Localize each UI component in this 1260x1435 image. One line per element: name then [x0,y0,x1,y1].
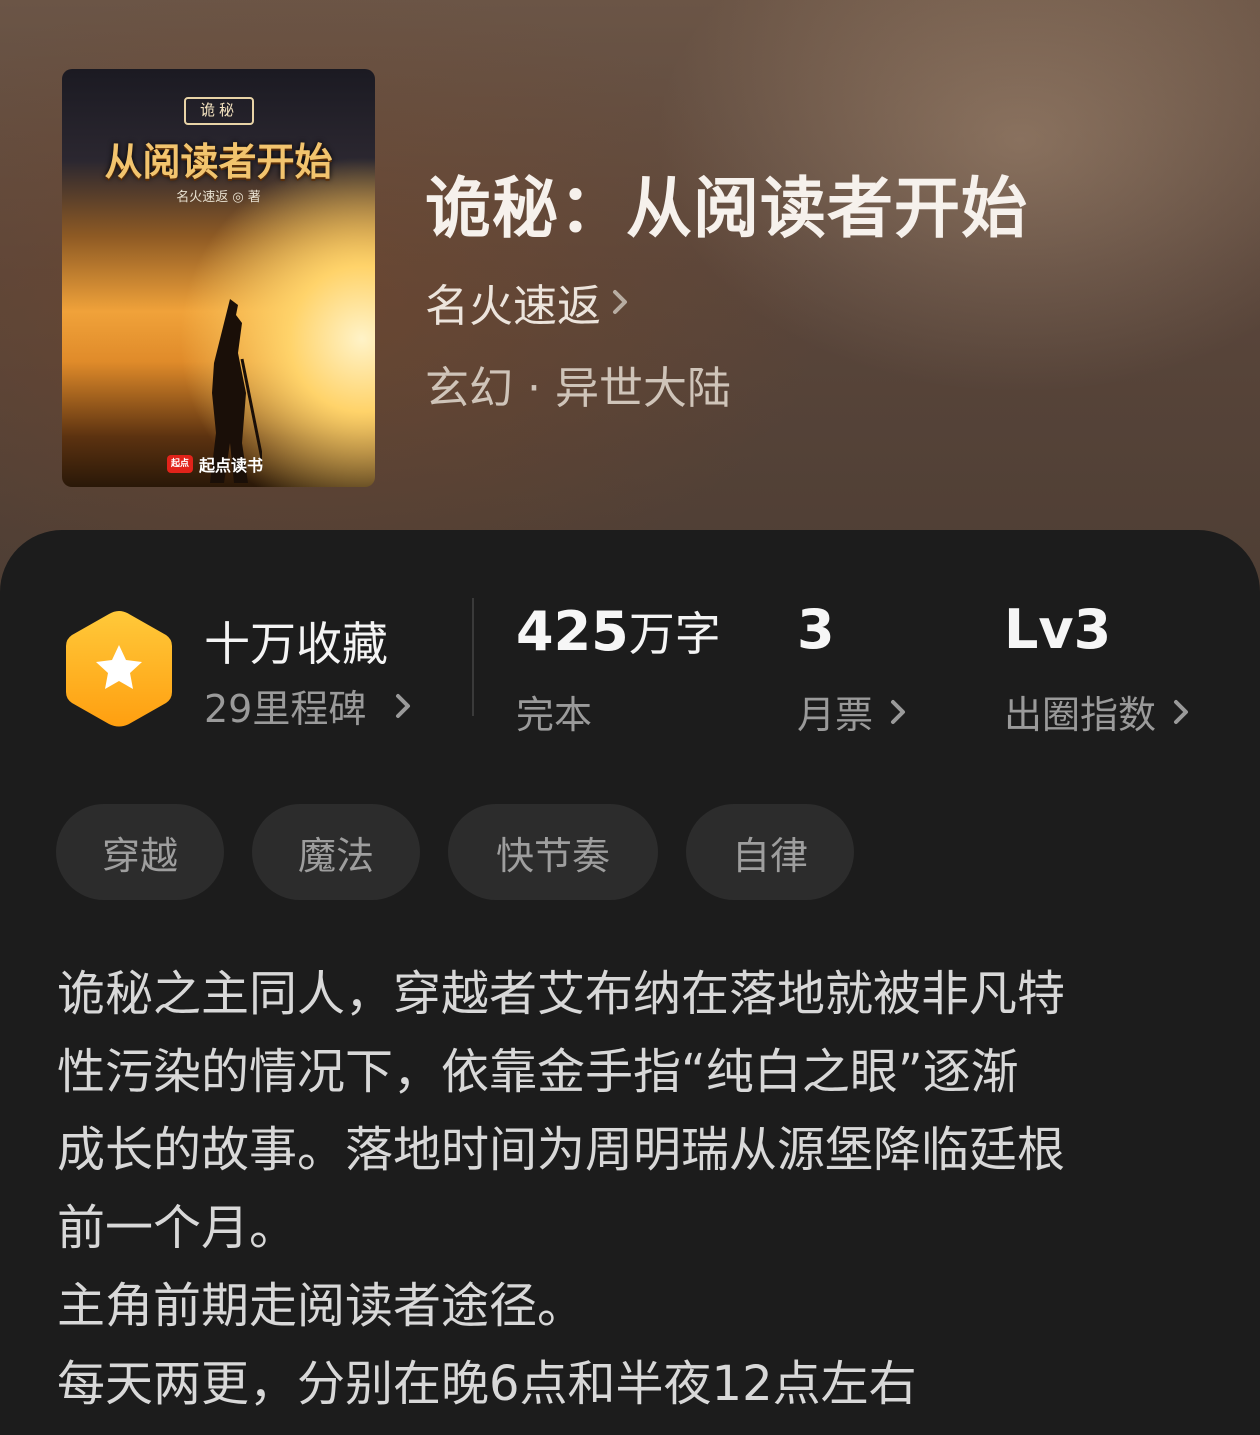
monthly-votes-link[interactable]: 月票 [797,684,919,739]
chevron-right-icon [396,693,411,718]
monthly-votes-label: 月票 [797,693,874,737]
genre-label: 玄幻 · 异世大陆 [425,363,731,414]
cover-publisher: 起点 起点读书 [167,452,263,476]
influence-level: Lv3 [1004,598,1111,661]
author-name: 名火速返 [425,281,601,332]
description-line: 每天两更，分别在晚6点和半夜12点左右 [57,1356,917,1412]
word-count-number: 425 [516,600,629,663]
description-line: 性污染的情况下，依靠金手指“纯白之眼”逐渐 [57,1044,1019,1100]
publisher-name: 起点读书 [199,456,264,475]
chevron-right-icon [1174,699,1189,724]
tag-chip[interactable]: 自律 [686,804,854,900]
influence-level-number: Lv3 [1004,598,1112,661]
description-line: 前一个月。 [57,1200,298,1256]
influence-index-link[interactable]: 出圈指数 [1004,684,1202,739]
star-hexagon-icon [66,611,172,727]
description-line: 诡秘之主同人，穿越者艾布纳在落地就被非凡特 [57,966,1066,1022]
stats-divider [472,598,474,716]
tag-chip[interactable]: 魔法 [252,804,420,900]
publisher-logo-icon: 起点 [167,455,193,473]
milestone-link[interactable]: 29里程碑 [204,678,426,733]
book-title: 诡秘：从阅读者开始 [425,169,1028,247]
book-cover[interactable]: 诡秘 从阅读者开始 名火速返 ◎ 著 起点 起点读书 [62,69,375,487]
chevron-right-icon [891,699,906,724]
monthly-votes-count: 3 [797,598,835,661]
tag-chip[interactable]: 快节奏 [448,804,658,900]
cover-title: 从阅读者开始 [104,139,333,184]
cover-tag: 诡秘 [184,97,254,125]
monthly-votes-number: 3 [797,598,835,661]
word-count: 425万字 [516,598,721,664]
cover-author: 名火速返 ◎ 著 [176,190,261,205]
description-line: 成长的故事。落地时间为周明瑞从源堡降临廷根 [57,1122,1066,1178]
completion-status: 完本 [516,693,593,737]
book-description: 诡秘之主同人，穿越者艾布纳在落地就被非凡特 性污染的情况下，依靠金手指“纯白之眼… [57,955,1207,1423]
chevron-right-icon [613,290,627,314]
tag-chip[interactable]: 穿越 [56,804,224,900]
description-line: 主角前期走阅读者途径。 [57,1278,586,1334]
milestone-label: 29里程碑 [204,687,367,731]
word-count-unit: 万字 [628,607,721,661]
collection-title: 十万收藏 [204,617,388,671]
author-link[interactable]: 名火速返 [425,270,641,334]
influence-index-label: 出圈指数 [1004,693,1157,737]
